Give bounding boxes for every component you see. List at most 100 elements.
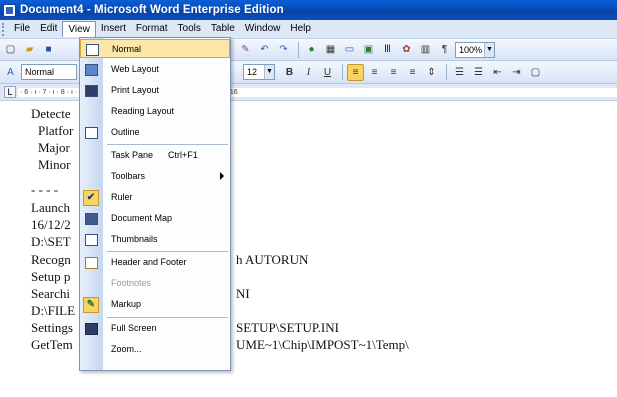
menu-window[interactable]: Window (240, 21, 286, 37)
doc-line: GetTem (31, 337, 73, 352)
menu-item-document-map[interactable]: Document Map (80, 209, 230, 228)
menu-item-zoom[interactable]: Zoom... (80, 340, 230, 359)
doc-line: D:\SET (31, 234, 71, 249)
save-icon[interactable]: ■ (40, 41, 57, 58)
full-screen-icon (83, 321, 99, 336)
thumbnails-icon (83, 232, 99, 247)
doc-line: Setup p (31, 269, 71, 284)
font-size-combo[interactable]: 12 ▼ (243, 64, 275, 80)
doc-line: Minor (38, 157, 71, 172)
increase-indent-icon[interactable]: ⇥ (508, 64, 525, 81)
menu-item-reading-layout[interactable]: Reading Layout (80, 102, 230, 121)
tables-borders-icon[interactable]: ▦ (322, 41, 339, 58)
menu-table[interactable]: Table (206, 21, 240, 37)
zoom-dropdown-icon[interactable]: ▼ (484, 42, 494, 57)
document-map-toolbar-icon[interactable]: ▥ (417, 41, 434, 58)
task-pane-shortcut: Ctrl+F1 (168, 150, 198, 160)
menu-item-normal[interactable]: Normal (80, 39, 230, 58)
underline-icon[interactable]: U (319, 64, 336, 81)
menu-format[interactable]: Format (131, 21, 173, 37)
menu-separator (107, 317, 228, 318)
font-size-dropdown-icon[interactable]: ▼ (264, 65, 274, 79)
menu-item-outline[interactable]: Outline (80, 123, 230, 142)
undo-icon[interactable]: ↶ (256, 41, 273, 58)
bold-icon[interactable]: B (281, 64, 298, 81)
font-size-value: 12 (247, 67, 258, 77)
menu-help[interactable]: Help (285, 21, 316, 37)
insert-table-icon[interactable]: ▭ (341, 41, 358, 58)
menu-separator (107, 144, 228, 145)
decrease-indent-icon[interactable]: ⇤ (489, 64, 506, 81)
new-document-icon[interactable]: ▢ (2, 41, 19, 58)
doc-fragment: h AUTORUN (236, 252, 309, 267)
menu-item-markup[interactable]: ✎ Markup (80, 295, 230, 314)
doc-fragment: NI (236, 286, 250, 301)
hyperlink-icon[interactable]: ● (303, 41, 320, 58)
doc-line: - - - - (31, 182, 59, 197)
header-footer-icon (83, 255, 99, 270)
title-bar[interactable]: Document4 - Microsoft Word Enterprise Ed… (0, 0, 617, 20)
format-painter-icon[interactable]: ✎ (237, 41, 254, 58)
open-folder-icon[interactable]: ▰ (21, 41, 38, 58)
doc-line: Settings (31, 320, 73, 335)
window-title: Document4 - Microsoft Word Enterprise Ed… (20, 4, 284, 16)
doc-line: Launch (31, 200, 70, 215)
style-combo[interactable]: Normal (21, 64, 77, 80)
doc-fragment: SETUP\SETUP.INI (236, 320, 339, 335)
word-app-icon[interactable] (3, 3, 16, 17)
menu-separator (107, 251, 228, 252)
menu-item-toolbars[interactable]: Toolbars (80, 167, 230, 186)
normal-view-icon (84, 42, 100, 57)
menu-view[interactable]: View (62, 21, 96, 37)
bullets-icon[interactable]: ☰ (470, 64, 487, 81)
doc-line: Detecte (31, 106, 71, 121)
styles-formatting-icon[interactable]: A (2, 64, 19, 81)
menu-tools[interactable]: Tools (173, 21, 206, 37)
doc-line: Recogn (31, 252, 71, 267)
zoom-combo[interactable]: 100% ▼ (455, 41, 495, 58)
drawing-icon[interactable]: ✿ (398, 41, 415, 58)
reading-layout-icon (83, 104, 99, 119)
menu-file[interactable]: File (9, 21, 35, 37)
show-hide-icon[interactable]: ¶ (436, 41, 453, 58)
markup-icon: ✎ (83, 296, 99, 313)
document-map-icon (83, 211, 99, 226)
italic-icon[interactable]: I (300, 64, 317, 81)
menu-edit[interactable]: Edit (35, 21, 62, 37)
line-spacing-icon[interactable]: ⇕ (423, 64, 440, 81)
menu-item-thumbnails[interactable]: Thumbnails (80, 230, 230, 249)
doc-line: Platfor (38, 123, 74, 138)
menubar-grip[interactable] (2, 22, 5, 36)
doc-line: Searchi (31, 286, 70, 301)
menu-item-footnotes: Footnotes (111, 278, 152, 288)
align-center-icon[interactable]: ≡ (366, 64, 383, 81)
style-value: Normal (25, 67, 55, 77)
menu-item-ruler[interactable]: ✔ Ruler (80, 188, 230, 207)
zoom-value: 100% (459, 44, 483, 55)
submenu-arrow-icon (220, 172, 224, 180)
numbering-icon[interactable]: ☰ (451, 64, 468, 81)
check-icon: ✔ (83, 189, 99, 206)
menu-item-header-footer[interactable]: Header and Footer (80, 253, 230, 272)
menu-item-print-layout[interactable]: Print Layout (80, 81, 230, 100)
menu-item-web-layout[interactable]: Web Layout (80, 60, 230, 79)
justify-icon[interactable]: ≡ (404, 64, 421, 81)
web-layout-icon (83, 62, 99, 77)
view-menu-dropdown: Normal Web Layout Print Layout Reading L… (79, 37, 231, 371)
align-right-icon[interactable]: ≡ (385, 64, 402, 81)
doc-line: 16/12/2 (31, 217, 71, 232)
redo-icon[interactable]: ↷ (275, 41, 292, 58)
toolbar-separator (298, 41, 299, 58)
outside-border-icon[interactable]: ▢ (527, 64, 544, 81)
word-window: Document4 - Microsoft Word Enterprise Ed… (0, 0, 617, 397)
menu-insert[interactable]: Insert (96, 21, 131, 37)
toolbar-separator (342, 64, 343, 80)
align-left-icon[interactable]: ≡ (347, 63, 364, 81)
doc-line: Major (38, 140, 70, 155)
tab-selector-icon[interactable]: L (4, 86, 16, 98)
columns-icon[interactable]: Ⅲ (379, 41, 396, 58)
menu-item-task-pane[interactable]: Task Pane Ctrl+F1 (80, 146, 230, 165)
menu-item-full-screen[interactable]: Full Screen (80, 319, 230, 338)
insert-excel-icon[interactable]: ▣ (360, 41, 377, 58)
toolbar-separator (446, 64, 447, 80)
